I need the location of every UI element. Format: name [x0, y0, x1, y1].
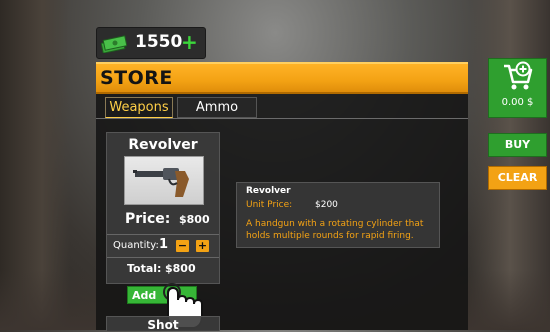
add-currency-button[interactable]: +: [181, 31, 198, 53]
store-header: STORE: [96, 62, 468, 94]
cart-total: 0.00 $: [501, 97, 534, 108]
cart-plus-icon: [504, 61, 533, 90]
quantity-row: Quantity: 1 − +: [107, 234, 219, 258]
tab-weapons[interactable]: Weapons: [105, 97, 173, 118]
total-value: $800: [165, 262, 196, 275]
cash-stack-icon: [101, 35, 127, 53]
description-box: Revolver Unit Price: $200 A handgun with…: [236, 182, 440, 248]
clear-button[interactable]: CLEAR: [488, 166, 547, 190]
description-item-name: Revolver: [246, 186, 291, 196]
quantity-label: Quantity:: [113, 240, 159, 251]
revolver-icon: [133, 168, 189, 197]
tab-ammo[interactable]: Ammo: [177, 97, 257, 118]
total-label: Total:: [127, 262, 162, 275]
currency-display: 1550 +: [96, 27, 206, 59]
item-card-next[interactable]: Shot: [106, 316, 220, 332]
item-name: Revolver: [128, 137, 198, 153]
store-title: STORE: [100, 67, 173, 89]
buy-button[interactable]: BUY: [488, 133, 547, 157]
unit-price-label: Unit Price:: [246, 200, 293, 210]
quantity-decrease-button[interactable]: −: [176, 240, 189, 252]
quantity-increase-button[interactable]: +: [196, 240, 209, 252]
unit-price-value: $200: [315, 200, 338, 210]
cart-box[interactable]: 0.00 $: [488, 58, 547, 118]
description-text: A handgun with a rotating cylinder that …: [246, 219, 424, 241]
price-value: $800: [179, 213, 210, 226]
quantity-value: 1: [159, 237, 169, 252]
tab-divider: [96, 118, 468, 119]
item-card-revolver: Revolver Price: $800 Quantity: 1 − + Tot…: [106, 132, 220, 284]
price-label: Price:: [125, 211, 171, 227]
store-panel: STORE Weapons Ammo Revolver Price: $800 …: [96, 62, 468, 332]
revolver-image: [124, 156, 204, 205]
currency-amount: 1550: [135, 32, 183, 52]
